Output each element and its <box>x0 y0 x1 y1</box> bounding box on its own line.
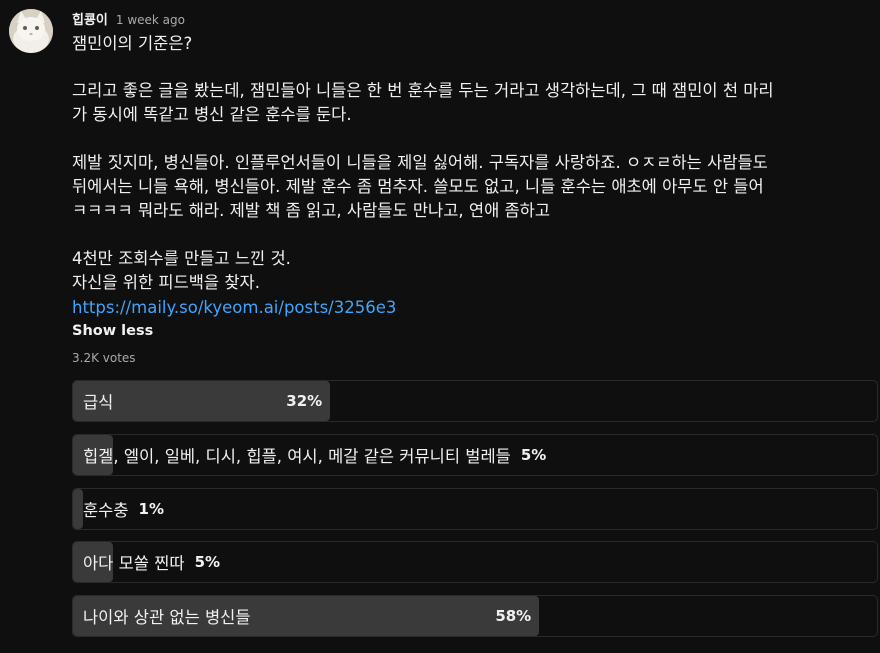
poll-option[interactable]: 훈수충 1% <box>72 488 878 530</box>
post-text-line: 제발 짓지마, 병신들아. 인플루언서들이 니들을 제일 싫어해. 구독자를 사… <box>72 153 768 172</box>
cat-avatar-icon <box>9 9 53 53</box>
poll-option[interactable]: 나이와 상관 없는 병신들 58% <box>72 595 878 637</box>
post-text-line: 가 동시에 똑같고 병신 같은 훈수를 둔다. <box>72 105 352 124</box>
poll-option-percent: 58% <box>495 607 532 625</box>
post-title-line: 잼민이의 기준은? <box>72 34 193 53</box>
post-text-line: ㅋㅋㅋㅋ 뭐라도 해라. 제발 책 좀 읽고, 사람들도 만나고, 연애 좀하고 <box>72 201 551 220</box>
post-text-line: 자신을 위한 피드백을 찾자. <box>72 273 260 292</box>
post-link-line: https://maily.so/kyeom.ai/posts/3256e3 <box>72 296 396 320</box>
post-text-line: 그리고 좋은 글을 봤는데, 잼민들아 니들은 한 번 훈수를 두는 거라고 생… <box>72 81 774 100</box>
vote-count: 3.2K votes <box>72 351 136 365</box>
poll-option-label: 힙겔, 엘이, 일베, 디시, 힙플, 여시, 메갈 같은 커뮤니티 벌레들 <box>83 447 511 466</box>
post-text-line: 4천만 조회수를 만들고 느낀 것. <box>72 249 291 268</box>
poll-option-percent: 5% <box>194 553 221 571</box>
post-header: 힙쿙이 1 week ago <box>72 9 185 29</box>
poll-option-label: 나이와 상관 없는 병신들 <box>83 608 251 627</box>
post-text-line: 뒤에서는 니들 욕해, 병신들아. 제발 훈수 좀 멈추자. 쓸모도 없고, 니… <box>72 177 764 196</box>
author-name[interactable]: 힙쿙이 <box>72 9 108 28</box>
poll-option[interactable]: 아다 모쏠 찐따 5% <box>72 541 878 583</box>
poll-option-label: 훈수충 <box>83 501 129 520</box>
poll-option[interactable]: 급식 32% <box>72 380 878 422</box>
poll-option-percent: 5% <box>520 446 547 464</box>
poll-option[interactable]: 힙겔, 엘이, 일베, 디시, 힙플, 여시, 메갈 같은 커뮤니티 벌레들 5… <box>72 434 878 476</box>
post-link[interactable]: https://maily.so/kyeom.ai/posts/3256e3 <box>72 298 396 317</box>
post-timestamp[interactable]: 1 week ago <box>116 13 185 27</box>
poll-option-label: 아다 모쏠 찐따 <box>83 554 185 573</box>
show-less-button[interactable]: Show less <box>72 320 153 342</box>
poll-option-percent: 1% <box>138 500 165 518</box>
author-avatar[interactable] <box>9 9 53 53</box>
poll-option-label: 급식 <box>83 393 114 412</box>
poll-option-percent: 32% <box>286 392 323 410</box>
poll-option-fill <box>73 489 83 529</box>
